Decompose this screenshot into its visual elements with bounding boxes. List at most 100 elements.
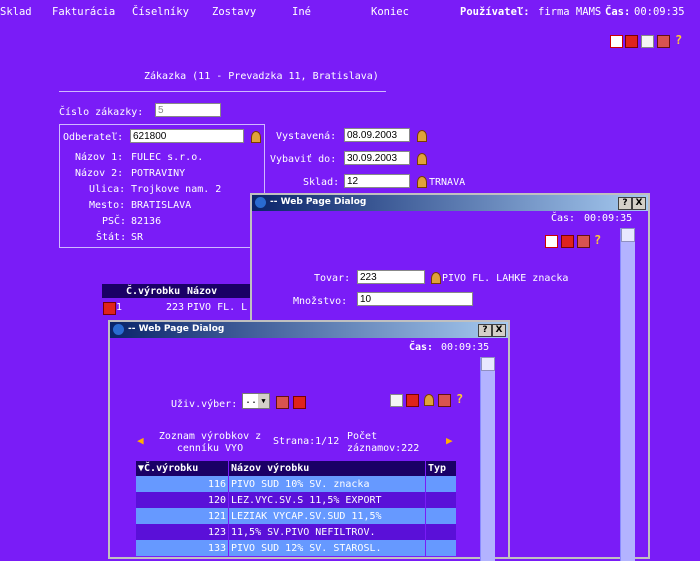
vystavena-label: Vystavená: <box>276 131 337 142</box>
mnozstvo-label: Množstvo: <box>293 296 348 307</box>
dialog2-time-label: Čas: <box>409 342 434 353</box>
close-x-icon[interactable] <box>406 394 419 407</box>
dialog1-title: -- Web Page Dialog <box>270 197 367 207</box>
menu-sklad[interactable]: Sklad <box>0 6 32 18</box>
product-table: ▼Č.výrobku Názov výrobku Typ 116 PIVO SU… <box>136 461 456 556</box>
row-name: LEZIAK VYCAP.SV.SUD 11,5% <box>228 508 426 524</box>
dialog2-title: -- Web Page Dialog <box>128 324 225 334</box>
user-label: Používateľ: <box>460 6 530 18</box>
delete-icon[interactable] <box>103 302 116 315</box>
sort-header-cvyrobku[interactable]: ▼Č.výrobku <box>136 461 229 476</box>
row-name: PIVO SUD 12% SV. STAROSL. <box>228 540 426 556</box>
document-icon[interactable] <box>390 394 403 407</box>
table-row[interactable]: 121 LEZIAK VYCAP.SV.SUD 11,5% <box>136 508 456 524</box>
time-label: Čas: <box>605 6 631 18</box>
stat-label: Štát: <box>96 232 127 243</box>
user-value: firma MAMS <box>538 6 602 18</box>
close-x-icon[interactable] <box>561 235 574 248</box>
nazov1-value: FULEC s.r.o. <box>131 152 204 163</box>
vybavit-input[interactable] <box>344 151 410 165</box>
psc-label: PSČ: <box>102 216 127 227</box>
time-value: 00:09:35 <box>634 6 685 18</box>
document-icon[interactable] <box>641 35 654 48</box>
table-row[interactable]: 120 LEZ.VYC.SV.S 11,5% EXPORT <box>136 492 456 508</box>
print-icon[interactable] <box>438 394 451 407</box>
uziv-select[interactable]: ... ▼ <box>242 393 270 409</box>
close-x-icon[interactable] <box>625 35 638 48</box>
menu-zostavy[interactable]: Zostavy <box>212 6 256 18</box>
table-row[interactable]: 1 223 PIVO FL. L <box>102 300 250 315</box>
lookup-pin-icon[interactable] <box>417 176 427 188</box>
dialog1-titlebar: -- Web Page Dialog ? X <box>252 195 648 211</box>
row-code: 116 <box>136 476 229 492</box>
ie-icon <box>113 324 124 335</box>
ulica-value: Trojkove nam. 2 <box>131 184 222 195</box>
row-code: 121 <box>136 508 229 524</box>
menu-fakturacia[interactable]: Fakturácia <box>52 6 115 18</box>
header-typ[interactable]: Typ <box>426 461 457 476</box>
dialog1-help-button[interactable]: ? <box>618 197 632 210</box>
ie-icon <box>255 197 266 208</box>
header-cvyrobku: Č.výrobku <box>144 463 199 474</box>
save-icon[interactable] <box>276 396 289 409</box>
table-row[interactable]: 123 11,5% SV.PIVO NEFILTROV. <box>136 524 456 540</box>
help-icon[interactable]: ? <box>675 33 682 47</box>
dialog1-time-value: 00:09:35 <box>584 213 633 224</box>
nazov2-label: Názov 2: <box>75 168 124 179</box>
prev-page-icon[interactable]: ◀ <box>137 434 144 447</box>
odberatel-input[interactable] <box>130 129 244 143</box>
menu-koniec[interactable]: Koniec <box>371 6 409 18</box>
uziv-label: Uživ.výber: <box>171 399 238 410</box>
dialog1-close-button[interactable]: X <box>632 197 646 210</box>
row-name: PIVO FL. L <box>187 302 248 313</box>
lookup-pin-icon[interactable] <box>431 272 441 284</box>
lookup-pin-icon[interactable] <box>424 394 434 406</box>
sklad-label: Sklad: <box>303 177 340 188</box>
dialog2-help-button[interactable]: ? <box>478 324 492 337</box>
vybavit-label: Vybaviť do: <box>270 154 337 165</box>
row-typ <box>426 508 457 524</box>
help-icon[interactable]: ? <box>594 233 601 247</box>
odberatel-label: Odberateľ: <box>63 132 124 143</box>
help-icon[interactable]: ? <box>456 392 463 406</box>
print-icon[interactable] <box>657 35 670 48</box>
print-icon[interactable] <box>577 235 590 248</box>
web-page-dialog-2: -- Web Page Dialog ? X Čas: 00:09:35 Uži… <box>108 320 510 561</box>
scroll-up-button[interactable] <box>481 357 495 371</box>
table-row[interactable]: 133 PIVO SUD 12% SV. STAROSL. <box>136 540 456 556</box>
tovar-label: Tovar: <box>314 273 351 284</box>
pocet: Počet záznamov:222 <box>347 431 420 454</box>
dialog2-scrollbar[interactable] <box>480 357 495 561</box>
tovar-name: PIVO FL. LAHKE znacka <box>442 273 569 284</box>
title-divider <box>59 91 386 92</box>
dialog2-close-button[interactable]: X <box>492 324 506 337</box>
strana: Strana:1/12 <box>273 436 340 447</box>
tovar-input[interactable] <box>357 270 425 284</box>
sklad-input[interactable] <box>344 174 410 188</box>
dialog1-scrollbar[interactable] <box>620 228 635 561</box>
close-x-icon[interactable] <box>293 396 306 409</box>
row-typ <box>426 540 457 556</box>
table-header: Č.výrobku Názov <box>102 284 250 298</box>
row-code: 223 <box>165 302 184 313</box>
checkbox-icon[interactable] <box>545 235 558 248</box>
chevron-down-icon[interactable]: ▼ <box>258 394 269 408</box>
header-nazov[interactable]: Názov výrobku <box>228 461 426 476</box>
menu-ine[interactable]: Iné <box>292 6 311 18</box>
nazov1-label: Názov 1: <box>75 152 124 163</box>
cislo-input[interactable] <box>155 103 221 117</box>
scroll-up-button[interactable] <box>621 228 635 242</box>
row-typ <box>426 492 457 508</box>
next-page-icon[interactable]: ▶ <box>446 434 453 447</box>
lookup-pin-icon[interactable] <box>251 131 261 143</box>
calendar-pin-icon[interactable] <box>417 130 427 142</box>
mnozstvo-input[interactable] <box>357 292 473 306</box>
row-num: 1 <box>116 302 123 313</box>
menu-ciselniky[interactable]: Číselníky <box>132 6 189 18</box>
row-typ <box>426 524 457 540</box>
table-row[interactable]: 116 PIVO SUD 10% SV. znacka <box>136 476 456 492</box>
top-menu: Sklad Fakturácia Číselníky Zostavy Iné K… <box>0 0 700 22</box>
checkbox-icon[interactable] <box>610 35 623 48</box>
vystavena-input[interactable] <box>344 128 410 142</box>
calendar-pin-icon[interactable] <box>417 153 427 165</box>
